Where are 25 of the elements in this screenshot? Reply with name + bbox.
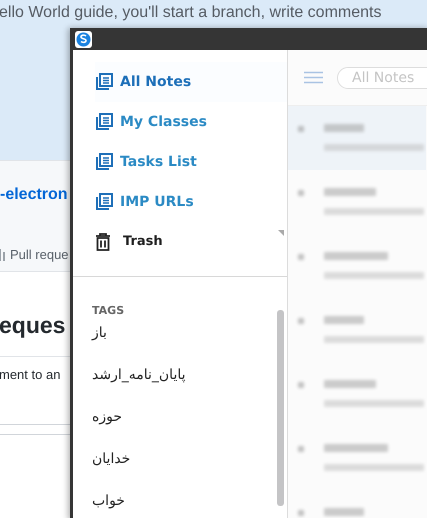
notebook-icon [95,193,113,211]
tag-item[interactable]: خواب [92,491,125,511]
tag-item[interactable]: خدایان [92,449,130,469]
app-logo-icon [75,30,92,48]
repo-link[interactable]: -electron [0,183,68,207]
sidebar-item[interactable]: All Notes [95,62,287,102]
trash-icon [95,233,111,251]
tag-item[interactable]: حوزه [92,407,122,427]
page-heading: eques [0,310,66,340]
body-text: ment to an [0,366,60,384]
tag-item[interactable]: باز [92,323,107,343]
tag-item[interactable]: پایان_نامه_ارشد [92,365,186,385]
notebook-icon [95,113,113,131]
sidebar-item[interactable]: Trash [95,222,287,262]
tags-heading: TAGS [92,303,126,319]
search-field[interactable]: All Notes [337,66,427,88]
sidebar-item[interactable]: IMP URLs [95,182,287,222]
sidebar-item[interactable]: My Classes [95,102,287,142]
scrollbar[interactable] [277,310,284,506]
intro-text: ello World guide, you'll start a branch, write comments [0,3,382,23]
sidebar-item[interactable]: Tasks List [95,142,287,182]
scroll-arrow-icon [278,230,284,236]
pull-requests-tab[interactable]: Pull reque [10,245,69,264]
notebook-icon [95,73,113,91]
notebook-icon [95,153,113,171]
